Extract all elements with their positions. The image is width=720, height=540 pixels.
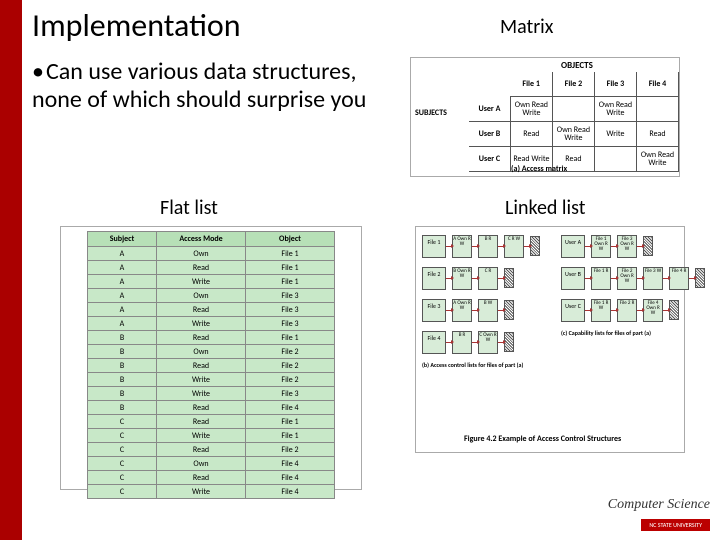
arrow-icon xyxy=(637,246,643,247)
table-row: BReadFile 4 xyxy=(88,401,335,415)
arrow-icon xyxy=(611,278,617,279)
table-row: BWriteFile 3 xyxy=(88,387,335,401)
arrow-icon xyxy=(611,246,617,247)
ll-head: File 1 xyxy=(422,235,446,258)
table-row: AReadFile 1 xyxy=(88,261,335,275)
linked-list-row: File 2 B Own R W C R xyxy=(422,265,552,291)
slide-title: Implementation xyxy=(32,6,241,45)
access-matrix-table: File 1 File 2 File 3 File 4 User A Own R… xyxy=(469,72,679,172)
linked-list-diagram: File 1 A Own R W B R C R W File 2 B Own R W C … xyxy=(415,226,685,453)
ll-node: B R xyxy=(452,331,472,354)
ll-node: File 3 W xyxy=(643,267,663,290)
table-row: AOwnFile 1 xyxy=(88,247,335,261)
table-row: COwnFile 4 xyxy=(88,457,335,471)
logo-badge: NC STATE UNIVERSITY xyxy=(641,519,710,531)
ll-head: User B xyxy=(561,267,585,290)
bullet-content: Can use various data structures, none of… xyxy=(32,57,366,114)
ll-head: File 2 xyxy=(422,267,446,290)
arrow-icon xyxy=(446,342,452,343)
table-row: BReadFile 1 xyxy=(88,331,335,345)
ll-node: C R W xyxy=(504,235,524,258)
ll-node: File 2 R xyxy=(617,299,637,322)
arrow-icon xyxy=(498,310,504,311)
linked-list-row: File 3 A Own R W B W xyxy=(422,297,552,323)
table-row: CReadFile 4 xyxy=(88,471,335,485)
ll-node: A Own R W xyxy=(452,235,472,258)
ll-head: File 3 xyxy=(422,299,446,322)
linked-list-row: User BFile 1 RFile 2 Own R WFile 3 WFile… xyxy=(561,265,679,291)
arrow-icon xyxy=(446,278,452,279)
matrix-diagram: OBJECTS SUBJECTS File 1 File 2 File 3 Fi… xyxy=(410,57,680,177)
matrix-label: Matrix xyxy=(500,15,553,39)
ll-node: File 4 R xyxy=(669,267,689,290)
objects-header: OBJECTS xyxy=(561,60,593,71)
arrow-icon xyxy=(446,246,452,247)
ll-node: C Own R W xyxy=(478,331,498,354)
flat-label: Flat list xyxy=(160,196,218,220)
arrow-icon xyxy=(472,310,478,311)
arrow-icon xyxy=(637,310,643,311)
arrow-icon xyxy=(611,310,617,311)
arrow-icon xyxy=(689,278,695,279)
arrow-icon xyxy=(637,278,643,279)
arrow-icon xyxy=(585,278,591,279)
table-row: AReadFile 3 xyxy=(88,303,335,317)
ll-head: File 4 xyxy=(422,331,446,354)
ll-node: File 1 R W xyxy=(591,299,611,322)
arrow-icon xyxy=(472,278,478,279)
arrow-icon xyxy=(472,246,478,247)
ll-node: A Own R W xyxy=(452,299,472,322)
arrow-icon xyxy=(498,342,504,343)
bullet-text: •Can use various data structures, none o… xyxy=(32,58,372,113)
arrow-icon xyxy=(498,278,504,279)
table-row: BReadFile 2 xyxy=(88,359,335,373)
figure-caption: Figure 4.2 Example of Access Control Str… xyxy=(464,434,621,444)
ll-node: B W xyxy=(478,299,498,322)
sub-caption: (c) Capability lists for files of part (… xyxy=(561,329,679,337)
ll-node: B Own R W xyxy=(452,267,472,290)
table-row: CReadFile 2 xyxy=(88,443,335,457)
matrix-caption: (a) Access matrix xyxy=(511,164,567,174)
ll-head: User C xyxy=(561,299,585,322)
arrow-icon xyxy=(446,310,452,311)
linked-label: Linked list xyxy=(505,196,585,220)
table-row: BWriteFile 2 xyxy=(88,373,335,387)
table-row: CWriteFile 4 xyxy=(88,485,335,499)
flat-list-diagram: Subject Access Mode Object AOwnFile 1ARe… xyxy=(60,226,362,490)
arrow-icon xyxy=(663,310,669,311)
ll-node: File 4 Own R W xyxy=(643,299,663,322)
logo-text: Computer Science xyxy=(608,497,710,513)
sub-caption: (b) Access control lists for files of pa… xyxy=(422,361,552,369)
table-row: AWriteFile 3 xyxy=(88,317,335,331)
table-row: CWriteFile 1 xyxy=(88,429,335,443)
arrow-icon xyxy=(524,246,530,247)
arrow-icon xyxy=(585,246,591,247)
flat-list-table: Subject Access Mode Object AOwnFile 1ARe… xyxy=(87,231,335,499)
arrow-icon xyxy=(663,278,669,279)
arrow-icon xyxy=(585,310,591,311)
ll-node: File 1 Own R W xyxy=(591,235,611,258)
arrow-icon xyxy=(472,342,478,343)
table-row: BOwnFile 2 xyxy=(88,345,335,359)
left-red-bar xyxy=(0,0,22,540)
ll-node: File 2 Own R W xyxy=(617,267,637,290)
linked-list-row: File 1 A Own R W B R C R W xyxy=(422,233,552,259)
acl-lists: File 1 A Own R W B R C R W File 2 B Own R W C … xyxy=(422,233,552,369)
ll-node: C R xyxy=(478,267,498,290)
ll-node: File 1 R xyxy=(591,267,611,290)
table-row: AWriteFile 1 xyxy=(88,275,335,289)
ll-node: File 3 Own R W xyxy=(617,235,637,258)
subjects-header: SUBJECTS xyxy=(415,108,447,118)
ll-node: B R xyxy=(478,235,498,258)
ll-head: User A xyxy=(561,235,585,258)
footer-logo: Computer Science NC STATE UNIVERSITY xyxy=(608,497,710,532)
capability-lists: User A File 1 Own R W File 3 Own R W User B… xyxy=(561,233,679,337)
linked-list-row: User C File 1 R W File 2 R File 4 Own R W xyxy=(561,297,679,323)
linked-list-row: User A File 1 Own R W File 3 Own R W xyxy=(561,233,679,259)
arrow-icon xyxy=(498,246,504,247)
linked-list-row: File 4 B R C Own R W xyxy=(422,329,552,355)
table-row: AOwnFile 3 xyxy=(88,289,335,303)
table-row: CReadFile 1 xyxy=(88,415,335,429)
